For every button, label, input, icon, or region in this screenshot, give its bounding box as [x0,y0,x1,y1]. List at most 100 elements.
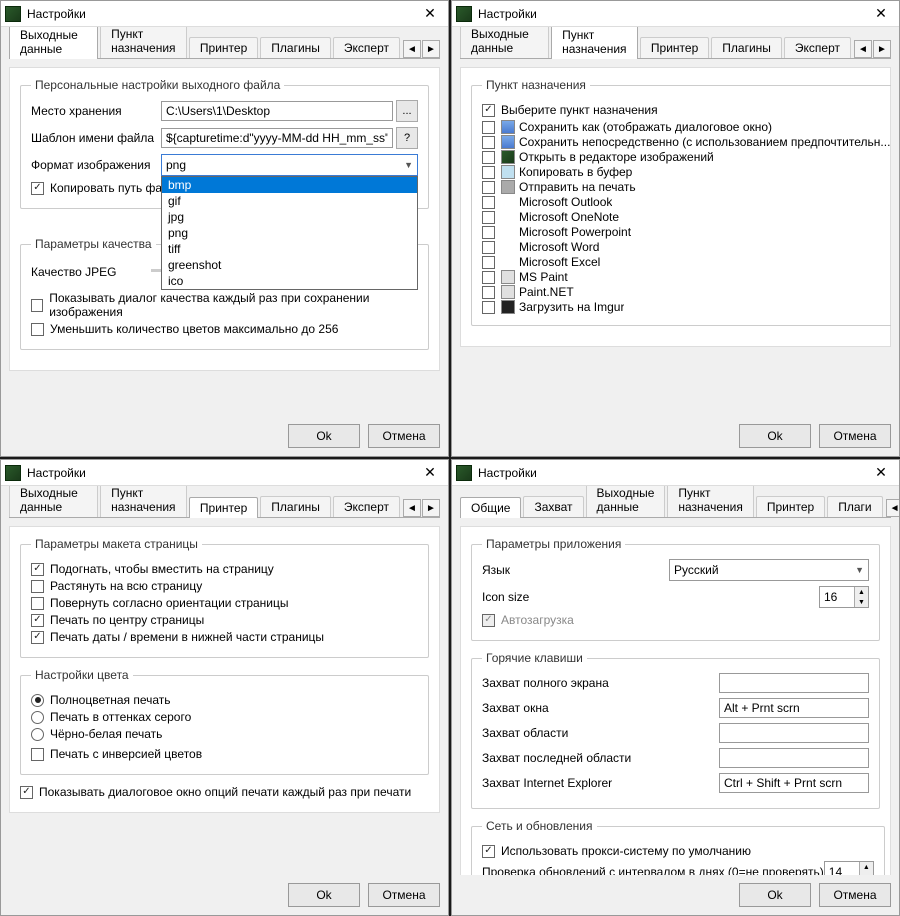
tab-printer[interactable]: Принтер [756,496,825,517]
format-option[interactable]: tiff [162,241,417,257]
tab-output[interactable]: Выходные данные [9,486,98,517]
destination-checkbox[interactable] [482,181,495,194]
hotkey-input[interactable] [719,723,869,743]
reduce-colors-checkbox[interactable] [31,323,44,336]
iconsize-input[interactable] [820,588,854,606]
tab-output[interactable]: Выходные данные [9,27,98,59]
format-option[interactable]: png [162,225,417,241]
tab-scroll-right[interactable]: ► [422,499,440,517]
layout-checkbox[interactable] [31,597,44,610]
hotkey-input[interactable] [719,748,869,768]
tab-destination[interactable]: Пункт назначения [100,27,187,58]
tab-printer[interactable]: Принтер [189,497,258,518]
hotkey-input[interactable] [719,773,869,793]
tab-expert[interactable]: Эксперт [784,37,851,58]
choose-destination-checkbox[interactable] [482,104,495,117]
destination-checkbox[interactable] [482,121,495,134]
tab-scroll-left[interactable]: ◄ [403,40,421,58]
format-option[interactable]: ico [162,273,417,289]
tab-scroll-left[interactable]: ◄ [886,499,899,517]
close-icon[interactable]: ✕ [416,462,444,484]
spin-down[interactable]: ▼ [854,597,868,607]
format-option[interactable]: bmp [162,177,417,193]
tab-output[interactable]: Выходные данные [460,27,549,58]
destination-checkbox[interactable] [482,151,495,164]
color-radio[interactable] [31,711,44,724]
format-option[interactable]: jpg [162,209,417,225]
show-print-dialog-label: Показывать диалоговое окно опций печати … [39,785,411,799]
tab-scroll-right[interactable]: ► [873,40,891,58]
hotkey-input[interactable] [719,673,869,693]
layout-checkbox[interactable] [31,563,44,576]
layout-checkbox[interactable] [31,614,44,627]
close-icon[interactable]: ✕ [867,462,895,484]
format-select[interactable]: png ▼ [161,154,418,176]
tab-scroll-left[interactable]: ◄ [403,499,421,517]
tab-destination[interactable]: Пункт назначения [667,486,753,517]
layout-checkbox[interactable] [31,580,44,593]
cancel-button[interactable]: Отмена [368,883,440,907]
close-icon[interactable]: ✕ [867,3,895,25]
format-option[interactable]: gif [162,193,417,209]
tab-plugins-cut[interactable]: Плаги [827,496,882,517]
ok-button[interactable]: Ok [288,883,360,907]
tab-expert[interactable]: Эксперт [333,496,400,517]
cancel-button[interactable]: Отмена [368,424,440,448]
color-radio[interactable] [31,694,44,707]
show-print-dialog-checkbox[interactable] [20,786,33,799]
destination-checkbox[interactable] [482,211,495,224]
tab-expert[interactable]: Эксперт [333,37,400,58]
destination-checkbox[interactable] [482,271,495,284]
invert-colors-checkbox[interactable] [31,748,44,761]
destination-item: Загрузить на Imgur [482,300,890,314]
layout-checkbox[interactable] [31,631,44,644]
iconsize-stepper[interactable]: ▲ ▼ [819,586,869,608]
cancel-button[interactable]: Отмена [819,424,891,448]
destination-checkbox[interactable] [482,196,495,209]
hotkey-input[interactable] [719,698,869,718]
destination-checkbox[interactable] [482,301,495,314]
tab-scroll-left[interactable]: ◄ [854,40,872,58]
destination-checkbox[interactable] [482,136,495,149]
destination-checkbox[interactable] [482,241,495,254]
destination-label: Загрузить на Imgur [519,300,624,314]
tab-printer[interactable]: Принтер [189,37,258,58]
template-input[interactable] [161,128,393,148]
tab-plugins[interactable]: Плагины [711,37,782,58]
tab-destination[interactable]: Пункт назначения [551,27,638,59]
tab-printer[interactable]: Принтер [640,37,709,58]
destination-checkbox[interactable] [482,286,495,299]
ok-button[interactable]: Ok [739,424,811,448]
storage-input[interactable] [161,101,393,121]
show-quality-dialog-checkbox[interactable] [31,299,43,312]
format-option[interactable]: greenshot [162,257,417,273]
tab-general[interactable]: Общие [460,497,521,518]
imgur-icon [501,300,515,314]
ok-button[interactable]: Ok [739,883,811,907]
autoload-checkbox [482,614,495,627]
spin-up[interactable]: ▲ [854,587,868,597]
update-interval-stepper[interactable]: ▲ ▼ [824,861,874,875]
color-radio[interactable] [31,728,44,741]
destination-checkbox[interactable] [482,256,495,269]
tab-output[interactable]: Выходные данные [586,486,666,517]
close-icon[interactable]: ✕ [416,3,444,25]
tab-scroll-right[interactable]: ► [422,40,440,58]
ok-button[interactable]: Ok [288,424,360,448]
tab-plugins[interactable]: Плагины [260,496,331,517]
destination-checkbox[interactable] [482,166,495,179]
update-interval-input[interactable] [825,863,859,875]
tab-plugins[interactable]: Плагины [260,37,331,58]
tab-destination[interactable]: Пункт назначения [100,486,187,517]
cancel-button[interactable]: Отмена [819,883,891,907]
help-button[interactable]: ? [396,127,418,149]
spin-up[interactable]: ▲ [859,862,873,872]
language-select[interactable]: Русский ▼ [669,559,869,581]
use-system-proxy-label: Использовать прокси-систему по умолчанию [501,844,751,858]
destination-label: Сохранить непосредственно (с использован… [519,135,890,149]
browse-button[interactable]: ... [396,100,418,122]
use-system-proxy-checkbox[interactable] [482,845,495,858]
destination-checkbox[interactable] [482,226,495,239]
copy-path-checkbox[interactable] [31,182,44,195]
tab-capture[interactable]: Захват [523,496,583,517]
